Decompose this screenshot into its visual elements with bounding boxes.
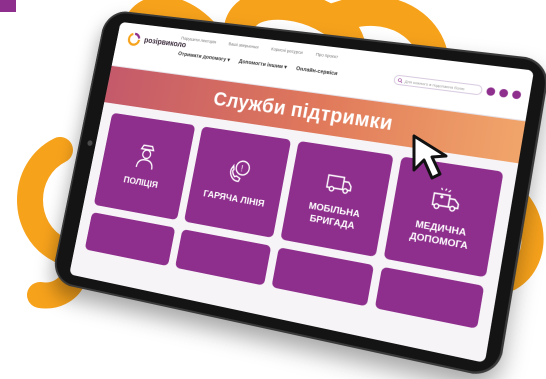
instagram-icon[interactable] [498, 88, 509, 98]
tile-mobile-brigade[interactable]: МОБІЛЬНА БРИГАДА [280, 140, 394, 257]
telegram-icon[interactable] [511, 90, 522, 100]
site-logo[interactable]: розірвиколо [126, 31, 187, 51]
cursor-arrow-icon [412, 134, 448, 180]
nav-item-get-help[interactable]: Отримати допомогу ▾ [178, 51, 231, 63]
phone-hotline-icon: ! [222, 155, 255, 188]
camera-dot [86, 139, 93, 147]
search-input[interactable]: Для кожного в подолання болю [392, 74, 484, 96]
logo-ring-icon [126, 31, 142, 47]
tile-partial[interactable] [374, 266, 485, 329]
top-link[interactable]: Корисні ресурси [271, 46, 303, 55]
search-placeholder: Для кожного в подолання болю [404, 78, 466, 91]
tile-police[interactable]: ПОЛІЦІЯ [93, 112, 196, 221]
svg-text:!: ! [239, 163, 243, 174]
header-tools: Для кожного в подолання болю [392, 74, 522, 100]
logo-text: розірвиколо [143, 35, 187, 50]
tile-hotline[interactable]: ! ГАРЯЧА ЛІНІЯ [183, 126, 292, 238]
tile-partial[interactable] [84, 212, 176, 267]
tile-label: МЕДИЧНА ДОПОМОГА [408, 218, 469, 253]
van-icon [322, 165, 357, 200]
nav-item-help-others[interactable]: Допомогти іншим ▾ [238, 59, 287, 71]
tile-label: ГАРЯЧА ЛІНІЯ [202, 188, 266, 210]
top-link[interactable]: Ваші звернення [228, 41, 259, 49]
tile-label: ПОЛІЦІЯ [122, 174, 159, 191]
search-icon [397, 77, 403, 83]
top-link[interactable]: Про проєкт [315, 52, 338, 60]
tile-label: МОБІЛЬНА БРИГАДА [307, 200, 361, 232]
police-officer-icon [130, 140, 161, 172]
nav-item-online-services[interactable]: Онлайн-сервіси [295, 66, 337, 77]
tile-partial[interactable] [271, 247, 375, 307]
tile-partial[interactable] [174, 229, 272, 286]
facebook-icon[interactable] [485, 86, 496, 97]
